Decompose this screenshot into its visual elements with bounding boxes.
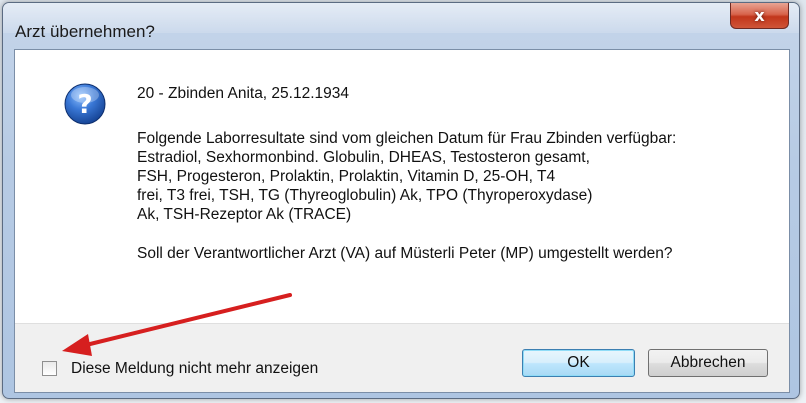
patient-line: 20 - Zbinden Anita, 25.12.1934 (137, 85, 349, 102)
close-button[interactable]: x (730, 3, 789, 29)
dialog-body: ? 20 - Zbinden Anita, 25.12.1934 Folgend… (14, 49, 790, 393)
dont-show-again-checkbox[interactable] (42, 361, 57, 376)
question-icon: ? (64, 83, 106, 125)
checkbox-label[interactable]: Diese Meldung nicht mehr anzeigen (71, 360, 318, 378)
close-icon: x (754, 6, 765, 25)
cancel-button[interactable]: Abbrechen (648, 349, 768, 377)
lab-line: Estradiol, Sexhormonbind. Globulin, DHEA… (137, 149, 590, 166)
lab-line: Folgende Laborresultate sind vom gleiche… (137, 130, 677, 147)
question-text: Soll der Verantwortlicher Arzt (VA) auf … (137, 245, 673, 262)
lab-line: Ak, TSH-Rezeptor Ak (TRACE) (137, 206, 352, 223)
dialog-footer: Diese Meldung nicht mehr anzeigen OK Abb… (15, 323, 789, 392)
dialog-window: Arzt übernehmen? x ? 20 - Zbinden Anita,… (2, 2, 800, 399)
ok-button[interactable]: OK (522, 349, 635, 377)
message-text: 20 - Zbinden Anita, 25.12.1934 Folgende … (137, 84, 777, 263)
dialog-title: Arzt übernehmen? (15, 22, 155, 41)
svg-text:?: ? (77, 90, 92, 120)
lab-line: frei, T3 frei, TSH, TG (Thyreoglobulin) … (137, 187, 593, 204)
lab-line: FSH, Progesteron, Prolaktin, Prolaktin, … (137, 168, 556, 185)
